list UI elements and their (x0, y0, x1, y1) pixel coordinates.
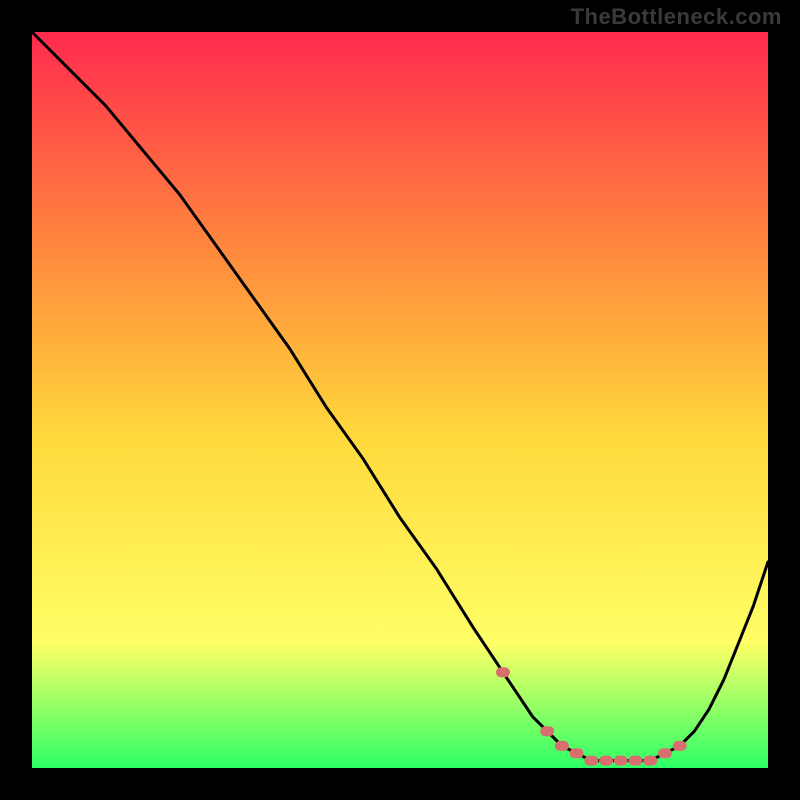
curve-marker (496, 667, 510, 677)
chart-background (32, 32, 768, 768)
curve-marker (570, 748, 584, 758)
curve-marker (658, 748, 672, 758)
curve-marker (643, 756, 657, 766)
curve-marker (673, 741, 687, 751)
attribution-text: TheBottleneck.com (571, 4, 782, 30)
curve-marker (614, 756, 628, 766)
curve-marker (599, 756, 613, 766)
curve-marker (555, 741, 569, 751)
curve-marker (629, 756, 643, 766)
curve-marker (584, 756, 598, 766)
curve-marker (540, 726, 554, 736)
bottleneck-chart (0, 0, 800, 800)
